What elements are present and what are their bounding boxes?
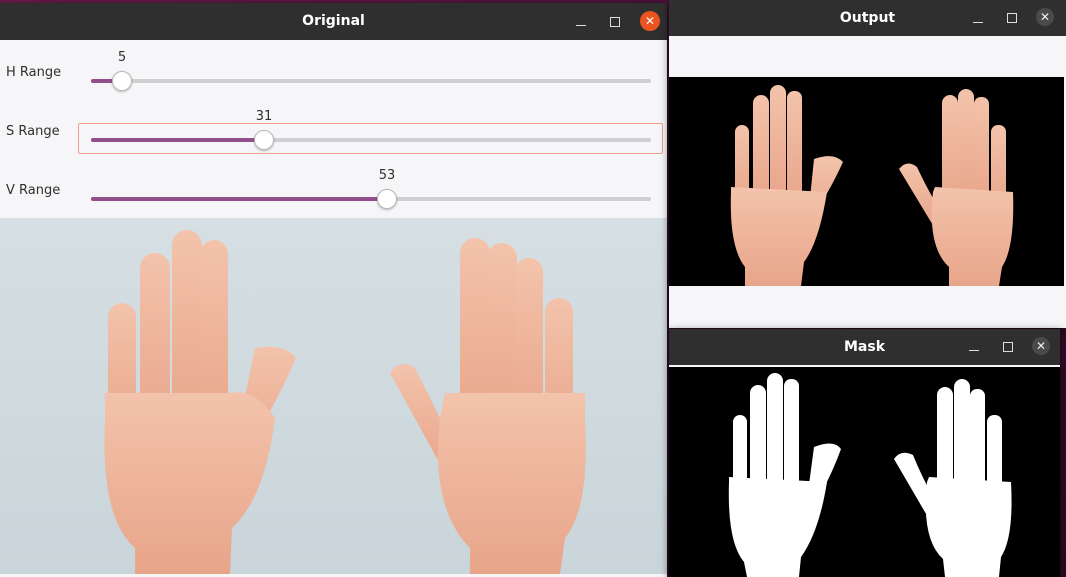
window-title: Original [302,13,365,29]
s-range-track[interactable] [91,130,651,150]
output-image [669,77,1064,286]
masked-hands-output [730,85,1014,286]
h-range-slider-row: H Range 5 [0,43,667,101]
original-titlebar[interactable]: Original ✕ [0,3,667,40]
h-range-label: H Range [6,65,62,80]
v-range-value: 53 [378,168,396,183]
mask-window: Mask ✕ [669,329,1060,577]
mask-right-hand [894,379,1012,577]
s-range-label: S Range [6,124,60,139]
mask-titlebar[interactable]: Mask ✕ [669,329,1060,365]
original-window: Original ✕ H Range 5 S Range 31 V Range … [0,3,667,577]
minimize-icon[interactable] [973,22,983,23]
close-icon[interactable]: ✕ [1032,337,1050,355]
maximize-icon[interactable] [610,17,620,27]
right-hand [390,238,586,574]
close-icon[interactable]: ✕ [1036,8,1054,26]
binary-mask-hands [728,373,1012,577]
original-image [0,218,667,574]
hands-photo [104,230,586,574]
v-range-slider-row: V Range 53 [0,161,667,219]
minimize-icon[interactable] [969,350,979,351]
window-title: Mask [843,339,886,355]
v-range-track[interactable] [91,189,651,209]
s-range-fill [91,138,264,142]
output-window: Output ✕ [669,0,1066,328]
s-range-thumb[interactable] [254,130,274,150]
s-range-slider-row: S Range 31 [0,102,667,160]
output-titlebar[interactable]: Output ✕ [669,0,1066,36]
h-range-thumb[interactable] [112,71,132,91]
v-range-fill [91,197,387,201]
mask-image [669,367,1060,577]
maximize-icon[interactable] [1003,342,1013,352]
minimize-icon[interactable] [576,25,586,26]
output-left-hand [730,85,843,286]
h-range-value: 5 [117,50,127,65]
output-right-hand [899,89,1014,286]
maximize-icon[interactable] [1007,13,1017,23]
mask-left-hand [728,373,841,577]
close-icon[interactable]: ✕ [640,11,660,31]
h-range-track[interactable] [91,71,651,91]
left-hand [104,230,296,574]
s-range-value: 31 [255,109,273,124]
v-range-thumb[interactable] [377,189,397,209]
v-range-label: V Range [6,183,61,198]
